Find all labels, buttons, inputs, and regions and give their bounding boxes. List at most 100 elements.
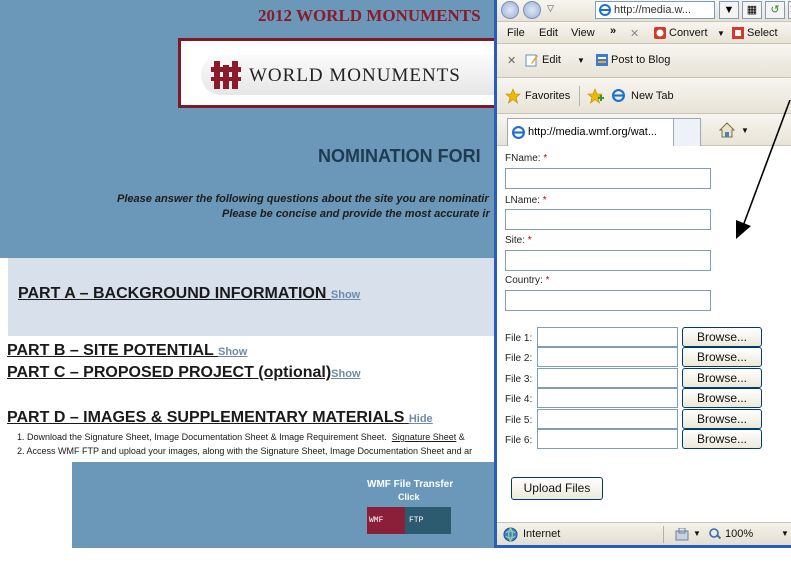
- protected-mode-dropdown-icon[interactable]: ▼: [693, 529, 701, 538]
- file-1-browse-button[interactable]: Browse...: [682, 327, 762, 347]
- edit-button[interactable]: Edit: [542, 54, 561, 66]
- status-bar: Internet ▼ 100% ▼: [497, 522, 791, 545]
- menu-file[interactable]: File: [507, 27, 525, 39]
- zoom-level[interactable]: 100%: [725, 528, 753, 540]
- part-d-hide-link[interactable]: Hide: [409, 413, 433, 425]
- part-c-show-link[interactable]: Show: [331, 368, 360, 380]
- file-6-input[interactable]: [537, 429, 678, 449]
- part-d-heading: PART D – IMAGES & SUPPLEMENTARY MATERIAL…: [7, 409, 433, 427]
- file-6-browse-button[interactable]: Browse...: [682, 429, 762, 449]
- part-c-heading: PART C – PROPOSED PROJECT (optional)Show: [7, 364, 361, 382]
- file-5-browse-button[interactable]: Browse...: [682, 409, 762, 429]
- file-1-input[interactable]: [537, 327, 678, 347]
- back-button[interactable]: [501, 1, 519, 19]
- navigation-bar: ▽ http://media.w... ▼ ▦ ↺ ✕: [497, 0, 791, 22]
- file-3-input[interactable]: [537, 368, 678, 388]
- menu-bar: File Edit View » ✕ Convert ▼ Select: [497, 22, 791, 44]
- part-d-label: PART D – IMAGES & SUPPLEMENTARY MATERIAL…: [7, 409, 405, 426]
- add-favorite-icon[interactable]: [587, 88, 605, 104]
- part-a-label: PART A – BACKGROUND INFORMATION: [18, 285, 327, 302]
- lname-field[interactable]: [505, 209, 711, 230]
- file-3-browse-button[interactable]: Browse...: [682, 368, 762, 388]
- site-field[interactable]: [505, 250, 711, 271]
- compatibility-button[interactable]: ▦: [742, 1, 762, 19]
- file-2-browse-button[interactable]: Browse...: [682, 347, 762, 367]
- wmf-logo-text: WORLD MONUMENTS: [249, 65, 461, 86]
- post-to-blog-icon: [596, 54, 608, 66]
- ftp-button-right: FTP: [405, 507, 451, 534]
- new-tab-button[interactable]: [673, 118, 701, 146]
- new-tab-ie-icon: [612, 89, 625, 102]
- status-separator-1: [663, 526, 664, 543]
- file-4-browse-button[interactable]: Browse...: [682, 388, 762, 408]
- zoom-dropdown-icon[interactable]: ▼: [781, 529, 789, 538]
- file-6-label: File 6:: [505, 435, 533, 446]
- part-a-heading: PART A – BACKGROUND INFORMATION Show: [18, 285, 360, 303]
- favorites-button[interactable]: Favorites: [525, 90, 570, 102]
- annotation-arrow-icon: [736, 100, 791, 239]
- lname-label: LName: *: [505, 195, 547, 206]
- file-1-label: File 1:: [505, 333, 533, 344]
- address-text: http://media.w...: [614, 4, 692, 16]
- step-1-text: 1. Download the Signature Sheet, Image D…: [17, 432, 465, 442]
- file-3-label: File 3:: [505, 374, 533, 385]
- file-5-input[interactable]: [537, 409, 678, 429]
- protected-mode-icon[interactable]: [675, 528, 689, 541]
- ftp-section-band: [72, 462, 502, 548]
- country-field[interactable]: [505, 290, 711, 311]
- ftp-click-text: Click: [398, 492, 420, 502]
- refresh-button[interactable]: ↺: [765, 1, 785, 19]
- toolbar-close-icon[interactable]: ✕: [630, 27, 639, 40]
- internet-zone-icon: [503, 527, 518, 542]
- tab-ie-icon: [512, 126, 525, 139]
- active-tab[interactable]: http://media.wmf.org/wat...: [507, 118, 701, 146]
- convert-dropdown-icon[interactable]: ▼: [717, 29, 725, 38]
- menu-overflow-chevron[interactable]: »: [610, 25, 616, 37]
- upload-files-button[interactable]: Upload Files: [511, 477, 603, 500]
- page-title-2012: 2012 WORLD MONUMENTS: [258, 6, 481, 25]
- step-2-text: 2. Access WMF FTP and upload your images…: [17, 446, 473, 456]
- part-b-show-link[interactable]: Show: [218, 346, 247, 358]
- select-button[interactable]: Select: [747, 27, 778, 39]
- ie-page-icon: [599, 4, 611, 16]
- part-c-label: PART C – PROPOSED PROJECT (optional): [7, 364, 332, 381]
- part-b-heading: PART B – SITE POTENTIAL Show: [7, 342, 247, 360]
- zoom-icon: [709, 528, 722, 540]
- menu-view[interactable]: View: [571, 27, 595, 39]
- browser-popup-window: ▽ http://media.w... ▼ ▦ ↺ ✕ File Edit Vi…: [494, 0, 791, 548]
- ftp-button-left: WMF: [367, 507, 405, 534]
- edit-dropdown-icon[interactable]: ▼: [577, 56, 585, 65]
- file-4-input[interactable]: [537, 388, 678, 408]
- file-2-input[interactable]: [537, 347, 678, 367]
- address-bar[interactable]: http://media.w...: [595, 1, 715, 19]
- favorites-separator: [579, 86, 580, 106]
- active-tab-label: http://media.wmf.org/wat...: [528, 126, 657, 138]
- convert-button[interactable]: Convert: [669, 27, 708, 39]
- toolbar-x-icon[interactable]: ✕: [507, 54, 516, 67]
- new-tab-favorite-link[interactable]: New Tab: [631, 90, 674, 102]
- nomination-form-title: NOMINATION FORI: [318, 146, 481, 166]
- edit-icon: [525, 54, 538, 67]
- signature-sheet-link[interactable]: Signature Sheet: [392, 432, 457, 442]
- file-2-label: File 2:: [505, 353, 533, 364]
- post-to-blog-button[interactable]: Post to Blog: [611, 54, 670, 66]
- part-b-label: PART B – SITE POTENTIAL: [7, 342, 214, 359]
- nav-dropdown-icon[interactable]: ▽: [547, 3, 554, 14]
- wmf-logo-banner: WORLD MONUMENTS: [201, 55, 511, 95]
- file-4-label: File 4:: [505, 394, 533, 405]
- instruction-line-1: Please answer the following questions ab…: [117, 193, 489, 205]
- wmf-logo-frame: WORLD MONUMENTS: [178, 38, 511, 108]
- part-a-show-link[interactable]: Show: [331, 289, 360, 301]
- toolbar: ✕ Edit ▼ Post to Blog: [497, 44, 791, 78]
- menu-edit[interactable]: Edit: [539, 27, 558, 39]
- fname-field[interactable]: [505, 168, 711, 189]
- ftp-title: WMF File Transfer: [367, 479, 454, 490]
- forward-button[interactable]: [523, 1, 541, 19]
- convert-icon: [654, 27, 666, 39]
- site-label: Site: *: [505, 235, 532, 246]
- address-dropdown-button[interactable]: ▼: [719, 1, 739, 19]
- wmf-logo-icon: [211, 61, 241, 89]
- select-icon: [732, 27, 744, 39]
- file-5-label: File 5:: [505, 415, 533, 426]
- wmf-ftp-button[interactable]: WMF FTP: [367, 507, 451, 534]
